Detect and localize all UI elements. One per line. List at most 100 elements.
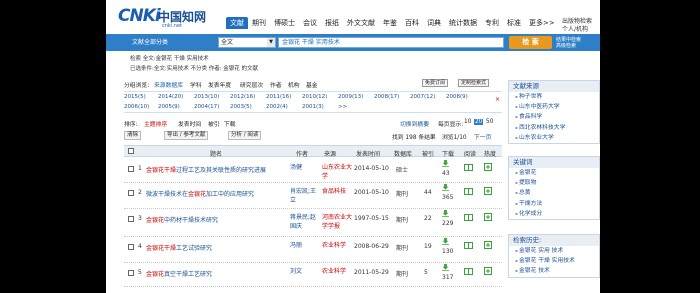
sidebar-item[interactable]: 干燥方法 [509,199,599,209]
row-cited[interactable]: 22 [424,215,432,222]
year-link[interactable]: 2010(12) [302,94,327,100]
row-title[interactable]: 金银花中药材干燥技术研究 [146,215,290,224]
download-icon[interactable] [442,210,449,219]
sidebar-item[interactable]: 西北农林科技大学 [509,123,599,133]
year-link[interactable]: 2004(17) [194,104,219,110]
row-source[interactable]: 农业科学 [322,266,352,275]
header-author[interactable]: 作者 [296,149,308,158]
tab-source-db[interactable]: 来源数据库 [154,80,183,89]
per-page-10[interactable]: 10 [464,119,471,125]
table-row[interactable]: 2 微波干燥技术在金银花加工中的应用研究 肖宏凯;王立 食品科技 2001-05-10 期… [124,183,502,209]
advanced-search-link[interactable]: 高级检索 [556,43,581,49]
row-author[interactable]: 冯丽 [290,240,318,249]
header-download[interactable]: 下载 [442,149,454,158]
sidebar-item[interactable]: 金银花 干燥 实用技术 [509,256,599,266]
row-source[interactable]: 河南农业大学学报 [322,212,352,230]
tab-level[interactable]: 研究层次 [240,80,263,89]
sidebar-item[interactable]: 山东农业大学 [509,133,599,143]
header-cited[interactable]: 被引 [422,149,434,158]
add-icon[interactable] [484,163,492,173]
close-icon[interactable]: × [495,96,500,103]
personal-institution-link[interactable]: 个人/机构 [562,26,592,34]
download-icon[interactable] [442,184,449,193]
more-years-link[interactable]: >> [338,104,347,110]
publication-search-link[interactable]: 出版物检索 [562,18,592,26]
export-button[interactable]: 导出 / 参考文献 [164,131,209,140]
sidebar-item[interactable]: 化学成分 [509,209,599,219]
sidebar-item[interactable]: 种子世界 [509,92,599,102]
free-subscribe-button[interactable]: 免费订阅 [422,79,449,87]
header-source[interactable]: 来源 [324,149,336,158]
sort-relevance[interactable]: 主题排序 [144,119,167,128]
header-hot[interactable]: 热度 [484,149,496,158]
download-icon[interactable] [442,264,449,273]
row-title[interactable]: 金银花干燥过程工艺及其关联性质的研究进展 [146,165,290,174]
per-page-50[interactable]: 50 [486,119,493,125]
year-link[interactable]: 2005(9) [158,104,180,110]
row-source[interactable]: 山东农业大学 [322,162,352,180]
add-icon[interactable] [484,187,492,197]
download-icon[interactable] [442,238,449,247]
header-read[interactable]: 阅读 [464,149,476,158]
row-author[interactable]: 汤健 [290,162,318,171]
year-link[interactable]: 2008(17) [374,94,399,100]
analyze-button[interactable]: 分析 / 阅读 [228,131,262,140]
header-db[interactable]: 数据库 [394,149,412,158]
sidebar-item[interactable]: 金银花 技术 [509,266,599,276]
add-icon[interactable] [484,241,492,251]
row-title[interactable]: 金银花干燥工艺试验研究 [146,243,290,252]
add-icon[interactable] [484,213,492,223]
row-source[interactable]: 食品科技 [322,186,352,195]
year-link[interactable]: 2001(3) [302,104,324,110]
tab-year[interactable]: 发表年度 [208,80,231,89]
year-link[interactable]: 2006(10) [124,104,149,110]
sidebar-item[interactable]: 金银花 实用 技术 [509,246,599,256]
read-icon[interactable] [464,164,473,173]
read-icon[interactable] [464,188,473,197]
read-icon[interactable] [464,242,473,251]
header-title[interactable]: 题名 [210,149,222,158]
sidebar-item[interactable]: 总黄 [509,188,599,198]
nav-item-standard[interactable]: 标准 [503,17,525,29]
download-icon[interactable] [442,160,449,169]
search-button[interactable]: 检 索 [509,36,552,49]
select-all-checkbox[interactable] [128,148,134,154]
year-link[interactable]: 2013(10) [194,94,219,100]
table-row[interactable]: 3 金银花中药材干燥技术研究 蒋景民;赵国庆 河南农业大学学报 1997-05-15 期刊… [124,209,502,237]
year-link[interactable]: 2011(16) [266,94,291,100]
year-link[interactable]: 2014(20) [158,94,183,100]
year-link[interactable]: 2009(13) [338,94,363,100]
custom-search-button[interactable]: 定制检索式 [458,79,490,87]
year-link[interactable]: 2015(5) [124,94,146,100]
read-icon[interactable] [464,214,473,223]
row-cited[interactable]: 5 [424,269,428,276]
switch-abstract-link[interactable]: 切换到摘要 [400,119,429,128]
sort-cited[interactable]: 被引 [208,119,220,128]
sort-date[interactable]: 发表时间 [178,119,201,128]
row-checkbox[interactable] [128,190,134,196]
clear-button[interactable]: 清除 [124,131,142,140]
sidebar-item[interactable]: 山东中医药大学 [509,102,599,112]
table-row[interactable]: 4 金银花干燥工艺试验研究 冯丽 农业科学 2008-06-29 期刊 19 130 [124,237,502,263]
nav-item-more[interactable]: 更多>> [525,17,559,29]
year-link[interactable]: 2002(4) [266,104,288,110]
row-author[interactable]: 蒋景民;赵国庆 [290,212,318,230]
tab-author[interactable]: 作者 [270,80,282,89]
row-title[interactable]: 金银花真空干燥工艺研究 [146,269,290,278]
row-title[interactable]: 微波干燥技术在金银花加工中的应用研究 [146,189,290,198]
tab-institution[interactable]: 机构 [288,80,300,89]
year-link[interactable]: 2003(5) [230,104,252,110]
row-cited[interactable]: 19 [424,243,432,250]
add-icon[interactable] [484,267,492,277]
sort-download[interactable]: 下载 [224,119,236,128]
year-link[interactable]: 2012(16) [230,94,255,100]
row-author[interactable]: 刘文 [290,266,318,275]
sidebar-item[interactable]: 提取物 [509,178,599,188]
tab-subject[interactable]: 学科 [190,80,202,89]
tab-fund[interactable]: 基金 [306,80,318,89]
row-checkbox[interactable] [128,270,134,276]
row-checkbox[interactable] [128,244,134,250]
per-page-20[interactable]: 20 [474,119,484,125]
row-cited[interactable]: 44 [424,189,432,196]
next-page-link[interactable]: 下一页 [474,132,491,141]
